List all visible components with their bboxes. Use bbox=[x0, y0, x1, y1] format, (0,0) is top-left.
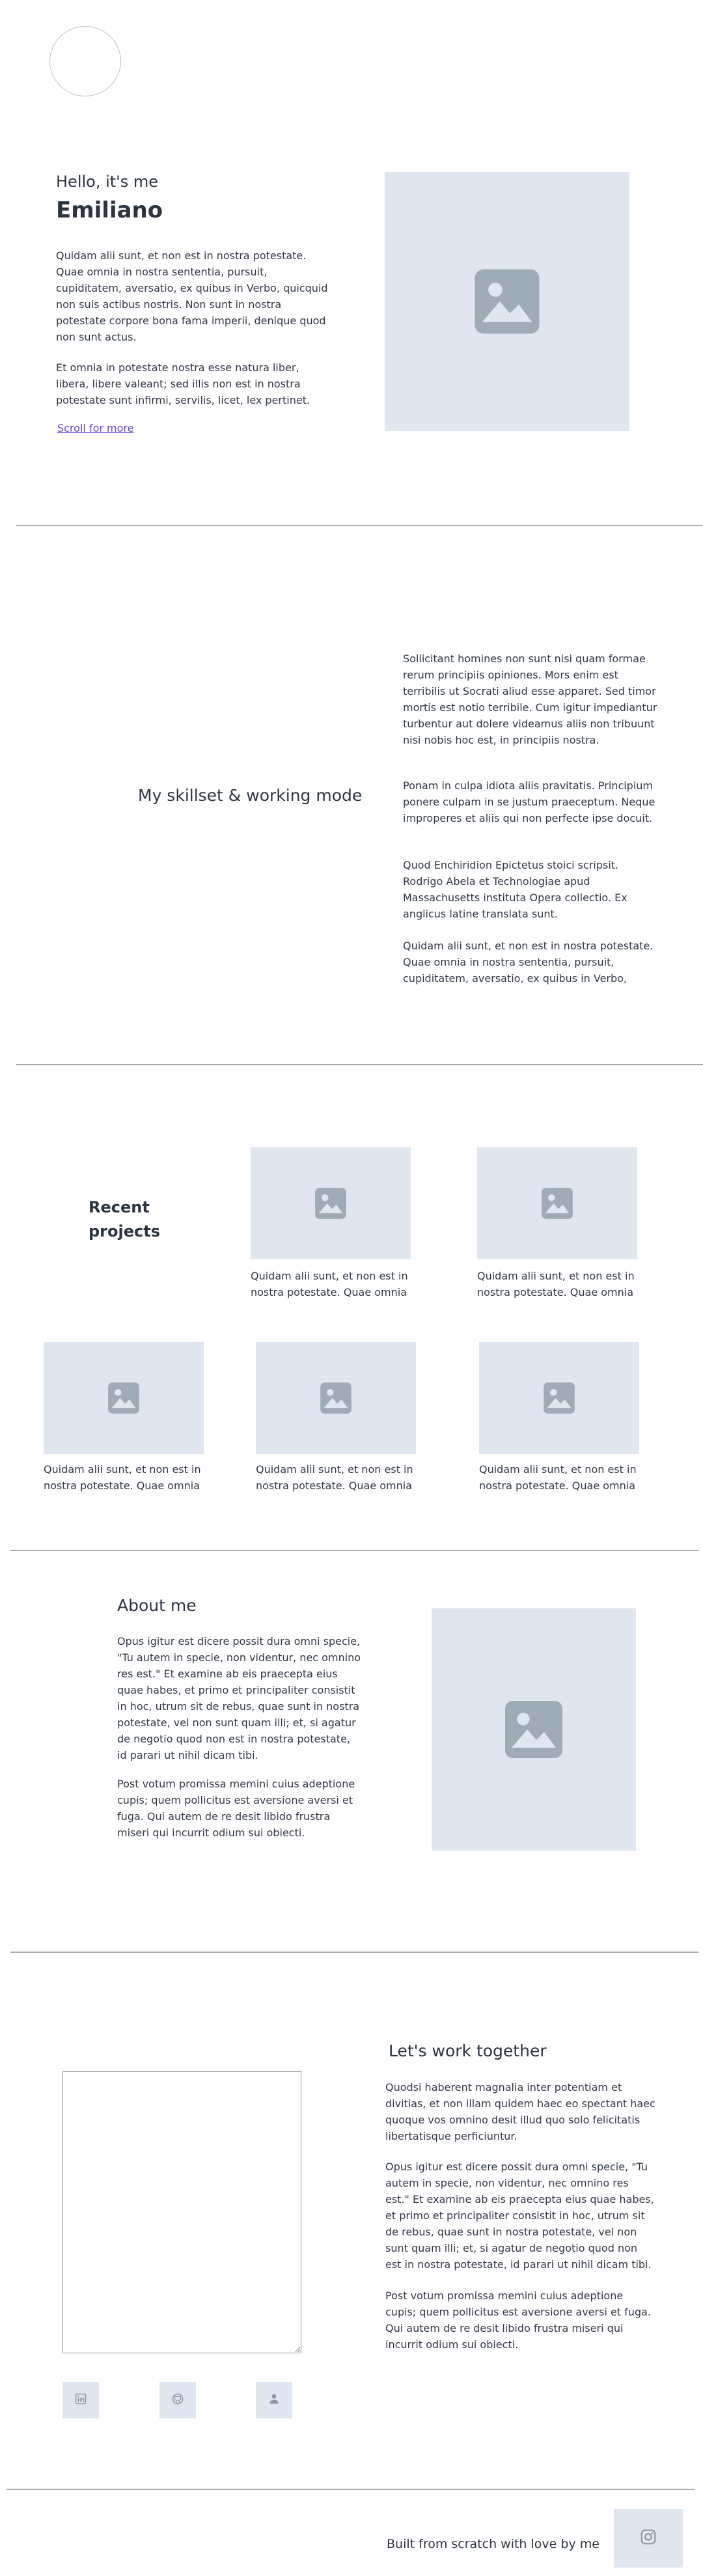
contact-paragraph-3: Post votum promissa memini cuius adeptio… bbox=[385, 2289, 651, 2351]
linkedin-button[interactable] bbox=[62, 2382, 99, 2418]
hero-greeting: Hello, it's me bbox=[56, 173, 159, 191]
hero-name: Emiliano bbox=[56, 197, 163, 223]
project-image bbox=[256, 1342, 416, 1454]
image-icon bbox=[319, 1381, 353, 1415]
project-card[interactable]: Quidam alii sunt, et non est in nostra p… bbox=[477, 1147, 640, 1300]
image-icon bbox=[503, 1698, 565, 1761]
section-divider-3 bbox=[10, 1550, 698, 1551]
project-caption: Quidam alii sunt, et non est in nostra p… bbox=[477, 1270, 635, 1298]
image-icon bbox=[540, 1186, 574, 1220]
about-image bbox=[432, 1608, 636, 1851]
section-divider-4 bbox=[10, 1952, 698, 1953]
scroll-for-more-link[interactable]: Scroll for more bbox=[57, 422, 133, 434]
section-divider-1 bbox=[16, 525, 703, 526]
image-icon bbox=[107, 1381, 141, 1415]
github-icon bbox=[172, 2393, 184, 2407]
about-paragraph-1: Opus igitur est dicere possit dura omni … bbox=[117, 1635, 361, 1761]
hero-image bbox=[385, 172, 629, 431]
image-icon bbox=[542, 1381, 576, 1415]
hero-paragraph-2: Et omnia in potestate nostra esse natura… bbox=[56, 361, 310, 406]
linkedin-icon bbox=[75, 2393, 87, 2407]
project-card[interactable]: Quidam alii sunt, et non est in nostra p… bbox=[256, 1342, 419, 1494]
instagram-button[interactable] bbox=[614, 2509, 683, 2568]
project-card[interactable]: Quidam alii sunt, et non est in nostra p… bbox=[479, 1342, 642, 1494]
skills-paragraph-4: Quidam alii sunt, et non est in nostra p… bbox=[403, 940, 654, 985]
projects-title: Recent projects bbox=[89, 1196, 160, 1244]
project-caption: Quidam alii sunt, et non est in nostra p… bbox=[256, 1463, 413, 1492]
message-textarea[interactable] bbox=[62, 2071, 301, 2353]
footer-text: Built from scratch with love by me bbox=[387, 2537, 600, 2551]
image-icon bbox=[314, 1186, 348, 1220]
projects-title-line-1: Recent bbox=[89, 1198, 150, 1216]
section-divider-5 bbox=[7, 2489, 695, 2490]
contact-title: Let's work together bbox=[389, 2041, 547, 2060]
project-image bbox=[477, 1147, 637, 1259]
github-button[interactable] bbox=[159, 2382, 196, 2418]
project-image bbox=[251, 1147, 411, 1259]
hero-paragraph-1: Quidam alii sunt, et non est in nostra p… bbox=[56, 249, 328, 343]
about-title: About me bbox=[117, 1596, 197, 1615]
project-image bbox=[44, 1342, 204, 1454]
skills-paragraph-2: Ponam in culpa idiota aliis pravitatis. … bbox=[403, 779, 655, 824]
skills-paragraph-3: Quod Enchiridion Epictetus stoici scrips… bbox=[403, 859, 627, 920]
project-image bbox=[479, 1342, 639, 1454]
contact-paragraph-2: Opus igitur est dicere possit dura omni … bbox=[385, 2161, 654, 2271]
projects-title-line-2: projects bbox=[89, 1222, 160, 1240]
user-icon bbox=[268, 2393, 280, 2407]
project-caption: Quidam alii sunt, et non est in nostra p… bbox=[251, 1270, 408, 1298]
project-card[interactable]: Quidam alii sunt, et non est in nostra p… bbox=[44, 1342, 206, 1494]
skills-paragraph-1: Sollicitant homines non sunt nisi quam f… bbox=[403, 652, 657, 746]
about-paragraph-2: Post votum promissa memini cuius adeptio… bbox=[117, 1778, 355, 1839]
profile-button[interactable] bbox=[256, 2382, 292, 2418]
avatar bbox=[49, 26, 121, 96]
project-card[interactable]: Quidam alii sunt, et non est in nostra p… bbox=[251, 1147, 413, 1300]
project-caption: Quidam alii sunt, et non est in nostra p… bbox=[44, 1463, 201, 1492]
project-caption: Quidam alii sunt, et non est in nostra p… bbox=[479, 1463, 637, 1492]
instagram-icon bbox=[640, 2528, 657, 2548]
image-icon bbox=[472, 266, 542, 337]
section-divider-2 bbox=[16, 1064, 703, 1065]
contact-paragraph-1: Quodsi haberent magnalia inter potentiam… bbox=[385, 2081, 655, 2142]
skills-title: My skillset & working mode bbox=[138, 786, 363, 805]
